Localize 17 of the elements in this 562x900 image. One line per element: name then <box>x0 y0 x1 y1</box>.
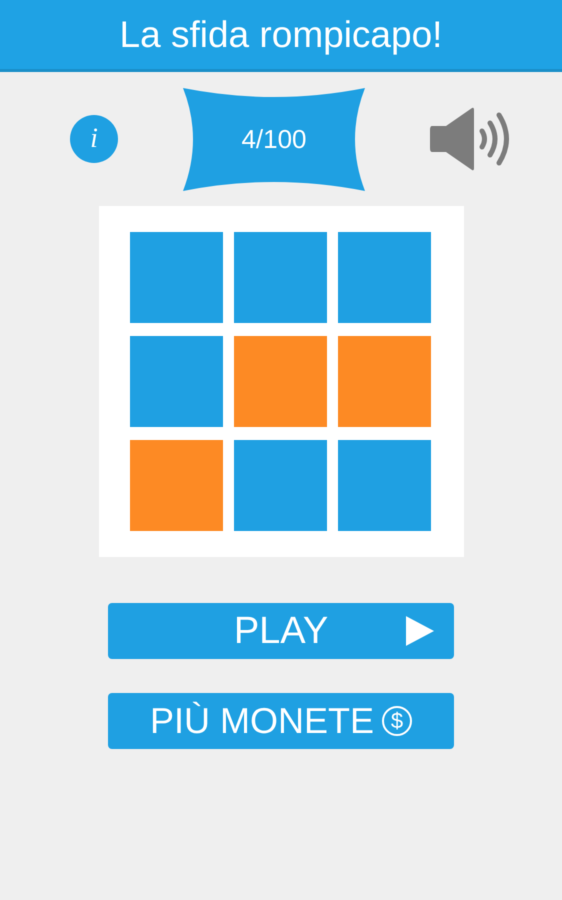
puzzle-tile[interactable] <box>234 336 326 427</box>
more-coins-button[interactable]: PIÙ MONETE $ <box>108 693 454 749</box>
puzzle-tile[interactable] <box>130 232 222 323</box>
speaker-icon[interactable] <box>430 106 512 172</box>
play-button[interactable]: PLAY <box>108 603 454 659</box>
info-button[interactable]: i <box>70 115 118 163</box>
app-title: La sfida rompicapo! <box>120 14 442 56</box>
puzzle-tile[interactable] <box>130 440 222 531</box>
puzzle-tile[interactable] <box>234 232 326 323</box>
puzzle-tile[interactable] <box>338 336 430 427</box>
puzzle-tile[interactable] <box>338 232 430 323</box>
puzzle-tile[interactable] <box>234 440 326 531</box>
puzzle-tile[interactable] <box>130 336 222 427</box>
level-counter: 4/100 <box>241 124 307 154</box>
coin-icon: $ <box>382 706 412 736</box>
puzzle-tile[interactable] <box>338 440 430 531</box>
play-icon <box>406 616 434 646</box>
